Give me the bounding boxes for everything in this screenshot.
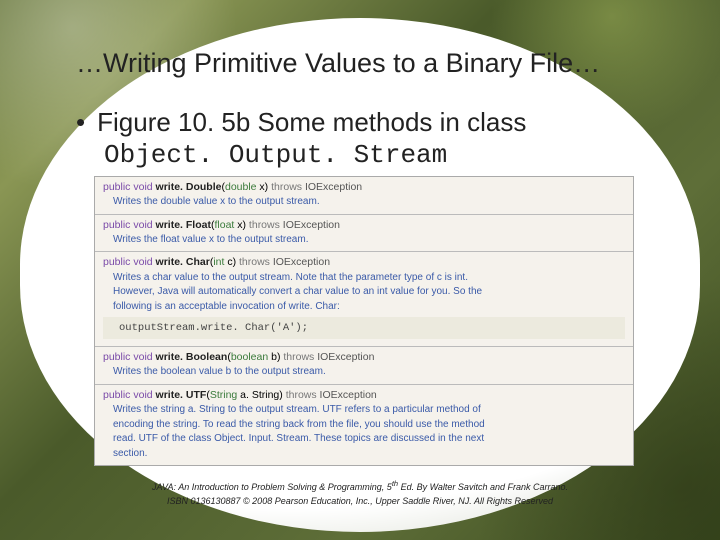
throws-kw: throws: [268, 181, 305, 193]
method-desc: following is an acceptable invocation of…: [103, 299, 625, 314]
throws-kw: throws: [236, 256, 273, 268]
method-row: public void write. UTF(String a. String)…: [95, 384, 633, 465]
method-name: write. Boolean: [156, 351, 228, 363]
method-desc: Writes the double value x to the output …: [103, 194, 625, 209]
footer-line-1: JAVA: An Introduction to Problem Solving…: [68, 478, 652, 495]
method-row: public void write. Boolean(boolean b) th…: [95, 346, 633, 384]
throws-kw: throws: [246, 219, 283, 231]
method-name: write. Double: [156, 181, 222, 193]
bullet-icon: •: [76, 109, 85, 135]
method-desc: section.: [103, 446, 625, 461]
method-signature: public void write. Float(float x) throws…: [103, 218, 625, 232]
exception: IOException: [273, 256, 330, 268]
method-signature: public void write. Char(int c) throws IO…: [103, 255, 625, 269]
methods-table: public void write. Double(double x) thro…: [94, 176, 634, 466]
method-desc: encoding the string. To read the string …: [103, 417, 625, 432]
footer-text: JAVA: An Introduction to Problem Solving…: [152, 482, 392, 492]
exception: IOException: [283, 219, 340, 231]
keyword: public void: [103, 351, 153, 363]
method-signature: public void write. Double(double x) thro…: [103, 180, 625, 194]
param-type: boolean: [231, 351, 268, 363]
keyword: public void: [103, 256, 153, 268]
method-desc: Writes the float value x to the output s…: [103, 232, 625, 247]
throws-kw: throws: [280, 351, 317, 363]
param-type: int: [213, 256, 224, 268]
keyword: public void: [103, 389, 153, 401]
param-name: x): [234, 219, 246, 231]
method-desc: read. UTF of the class Object. Input. St…: [103, 431, 625, 446]
param-name: a. String): [237, 389, 283, 401]
param-name: c): [224, 256, 236, 268]
keyword: public void: [103, 219, 153, 231]
class-name: Object. Output. Stream: [104, 140, 652, 170]
slide-card: …Writing Primitive Values to a Binary Fi…: [20, 18, 700, 532]
footer-line-2: ISBN 0136130887 © 2008 Pearson Education…: [68, 495, 652, 509]
method-desc: However, Java will automatically convert…: [103, 284, 625, 299]
method-desc: Writes the boolean value b to the output…: [103, 364, 625, 379]
footer-text: Ed. By Walter Savitch and Frank Carrano.: [398, 482, 568, 492]
method-desc: Writes a char value to the output stream…: [103, 270, 625, 285]
bullet-text: Figure 10. 5b Some methods in class: [97, 107, 526, 138]
footer: JAVA: An Introduction to Problem Solving…: [68, 478, 652, 508]
method-signature: public void write. UTF(String a. String)…: [103, 388, 625, 402]
exception: IOException: [317, 351, 374, 363]
method-name: write. Float: [156, 219, 211, 231]
method-name: write. UTF: [156, 389, 207, 401]
param-type: String: [210, 389, 237, 401]
exception: IOException: [320, 389, 377, 401]
method-desc: Writes the string a. String to the outpu…: [103, 402, 625, 417]
method-row: public void write. Double(double x) thro…: [95, 177, 633, 214]
param-type: float: [214, 219, 234, 231]
code-example: outputStream.write. Char('A');: [103, 317, 625, 339]
method-row: public void write. Char(int c) throws IO…: [95, 251, 633, 346]
slide-title: …Writing Primitive Values to a Binary Fi…: [76, 48, 652, 79]
bullet-row: • Figure 10. 5b Some methods in class: [76, 107, 652, 138]
method-signature: public void write. Boolean(boolean b) th…: [103, 350, 625, 364]
method-row: public void write. Float(float x) throws…: [95, 214, 633, 252]
exception: IOException: [305, 181, 362, 193]
param-name: x): [257, 181, 269, 193]
param-name: b): [268, 351, 280, 363]
keyword: public void: [103, 181, 153, 193]
throws-kw: throws: [283, 389, 320, 401]
param-type: double: [225, 181, 257, 193]
method-name: write. Char: [156, 256, 210, 268]
